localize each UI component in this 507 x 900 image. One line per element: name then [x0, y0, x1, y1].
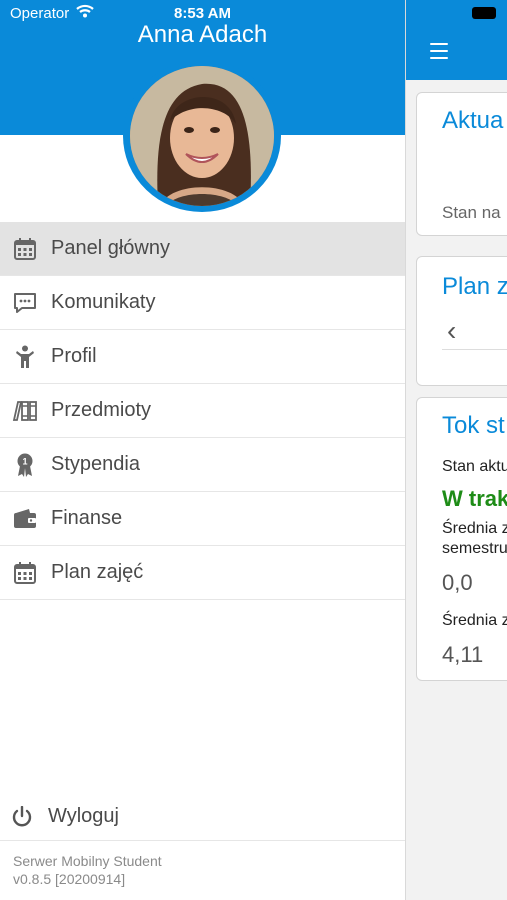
card-title: Aktua: [442, 107, 504, 134]
books-icon: [12, 398, 38, 424]
average-label: Średnia z: [442, 612, 507, 629]
menu-item-subjects[interactable]: Przedmioty: [0, 384, 405, 438]
average-value: 0,0: [442, 570, 473, 595]
menu-item-label: Profil: [51, 345, 97, 367]
app-name: Serwer Mobilny Student: [13, 853, 162, 869]
average-label: Średnia z: [442, 520, 507, 537]
navigation-drawer: Anna Adach Panel główny Komunikaty Profi…: [0, 0, 405, 900]
menu-item-schedule[interactable]: Plan zajęć: [0, 546, 405, 600]
menu-item-profile[interactable]: Profil: [0, 330, 405, 384]
menu-item-label: Przedmioty: [51, 399, 152, 421]
award-icon: 1: [12, 452, 38, 478]
menu-item-label: Stypendia: [51, 453, 140, 475]
power-icon: [9, 804, 35, 830]
study-progress-card[interactable]: Tok st Stan aktu W trak Średnia z semest…: [416, 397, 507, 681]
average-value: 4,11: [442, 642, 484, 667]
current-info-card[interactable]: Aktua Stan na: [416, 92, 507, 236]
calendar-icon: [12, 236, 38, 262]
chat-icon: [12, 290, 38, 316]
wallet-icon: [12, 506, 38, 532]
battery-icon: [472, 7, 496, 19]
menu-item-finances[interactable]: Finanse: [0, 492, 405, 546]
app-version: v0.8.5 [20200914]: [13, 871, 126, 887]
chevron-left-icon[interactable]: ‹: [447, 315, 456, 347]
divider: [0, 840, 405, 841]
clock: 8:53 AM: [174, 5, 231, 22]
card-title: Tok st: [442, 412, 505, 439]
hamburger-menu-icon[interactable]: [430, 43, 448, 59]
divider: [442, 349, 507, 350]
average-label-cont: semestru: [442, 540, 507, 557]
status-label: Stan aktu: [442, 458, 507, 475]
avatar-photo: [130, 66, 274, 206]
menu-item-label: Finanse: [51, 507, 123, 529]
svg-text:1: 1: [22, 456, 27, 466]
menu-item-dashboard[interactable]: Panel główny: [0, 222, 405, 276]
menu-item-label: Plan zajęć: [51, 561, 144, 583]
status-bar: Operator 8:53 AM: [0, 0, 507, 28]
schedule-card[interactable]: Plan z ‹: [416, 256, 507, 386]
main-panel: Aktua Stan na Plan z ‹ Tok st Stan aktu …: [405, 0, 507, 900]
menu-item-label: Komunikaty: [51, 291, 156, 313]
avatar: [123, 60, 281, 212]
calendar-icon: [12, 560, 38, 586]
status-value: W trak: [442, 486, 507, 511]
menu-item-messages[interactable]: Komunikaty: [0, 276, 405, 330]
card-title: Plan z: [442, 273, 507, 300]
logout-button[interactable]: Wyloguj: [0, 790, 405, 843]
menu-item-label: Panel główny: [51, 237, 170, 259]
person-icon: [12, 344, 38, 370]
menu-item-scholarships[interactable]: 1 Stypendia: [0, 438, 405, 492]
card-text: Stan na: [442, 203, 501, 222]
logout-label: Wyloguj: [48, 805, 119, 827]
